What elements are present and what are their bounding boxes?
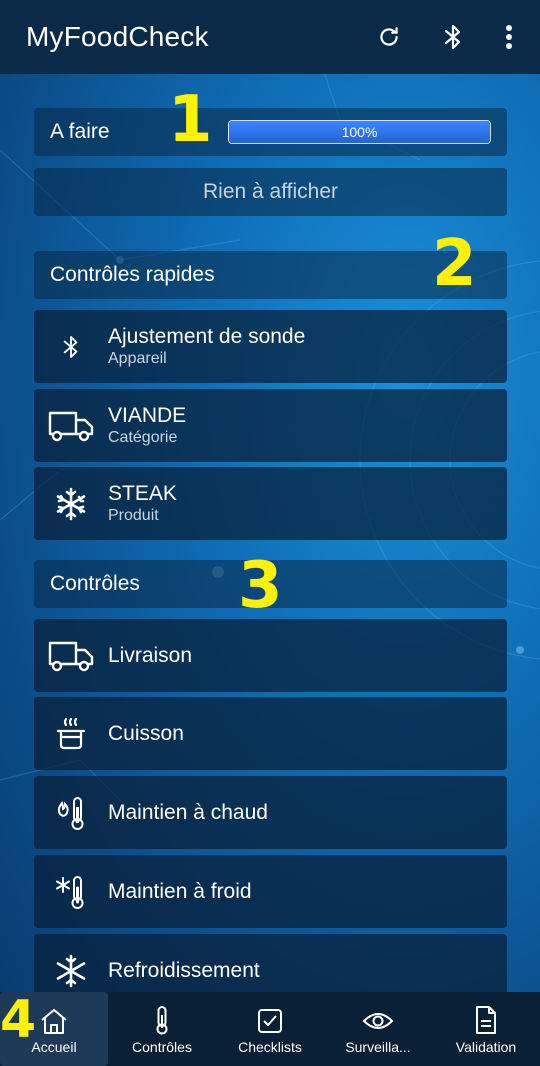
bluetooth-icon[interactable] [438, 22, 468, 52]
item-title: Maintien à chaud [108, 800, 268, 824]
todo-empty-panel: Rien à afficher [34, 168, 507, 216]
nav-label: Validation [455, 1039, 517, 1055]
control-item-livraison[interactable]: Livraison [34, 619, 507, 692]
app-bar: MyFoodCheck [0, 0, 540, 74]
hot-thermometer-icon [34, 776, 108, 849]
nav-checklists[interactable]: Checklists [216, 992, 324, 1066]
item-title: Maintien à froid [108, 879, 252, 903]
item-subtitle: Catégorie [108, 428, 178, 446]
document-icon [476, 1006, 496, 1034]
item-title: Livraison [108, 643, 193, 667]
todo-header: A faire 100% [34, 108, 507, 156]
item-title: STEAK [108, 481, 177, 505]
cold-thermometer-icon [34, 855, 108, 928]
item-title: VIANDE [108, 403, 187, 427]
more-vert-icon[interactable] [502, 22, 516, 52]
item-title: Cuisson [108, 721, 184, 745]
marker-1: 1 [168, 83, 213, 157]
snowflake-icon [34, 467, 108, 540]
quick-item-steak[interactable]: STEAK Produit [34, 467, 507, 540]
nav-label: Checklists [238, 1039, 302, 1055]
quick-item-probe-adjustment[interactable]: Ajustement de sonde Appareil [34, 310, 507, 383]
marker-4: 4 [0, 990, 37, 1050]
control-item-maintien-chaud[interactable]: Maintien à chaud [34, 776, 507, 849]
progress-text: 100% [341, 124, 378, 140]
item-subtitle: Appareil [108, 349, 167, 367]
bluetooth-icon [34, 310, 108, 383]
empty-message: Rien à afficher [202, 180, 339, 203]
thermometer-icon [156, 1006, 168, 1035]
eye-icon [362, 1013, 394, 1029]
nav-label: Surveilla... [345, 1039, 411, 1055]
nav-validation[interactable]: Validation [432, 992, 540, 1066]
item-subtitle: Produit [108, 506, 159, 524]
bottom-navigation: Accueil Contrôles Checklists Surveilla..… [0, 992, 540, 1066]
todo-progress-bar: 100% [228, 120, 491, 144]
nav-surveillance[interactable]: Surveilla... [324, 992, 432, 1066]
marker-2: 2 [432, 227, 477, 301]
nav-label: Contrôles [132, 1039, 192, 1055]
item-title: Refroidissement [108, 958, 260, 982]
marker-3: 3 [238, 549, 283, 623]
control-item-maintien-froid[interactable]: Maintien à froid [34, 855, 507, 928]
cooking-pot-icon [34, 697, 108, 770]
control-item-cuisson[interactable]: Cuisson [34, 697, 507, 770]
nav-label: Accueil [31, 1039, 77, 1055]
checkbox-icon [258, 1009, 282, 1033]
home-icon [41, 1009, 67, 1034]
item-title: Ajustement de sonde [108, 324, 306, 348]
app-title: MyFoodCheck [26, 21, 209, 52]
nav-controles[interactable]: Contrôles [108, 992, 216, 1066]
refresh-icon[interactable] [374, 22, 404, 52]
truck-icon [34, 389, 108, 462]
truck-icon [34, 619, 108, 692]
quick-item-viande[interactable]: VIANDE Catégorie [34, 389, 507, 462]
